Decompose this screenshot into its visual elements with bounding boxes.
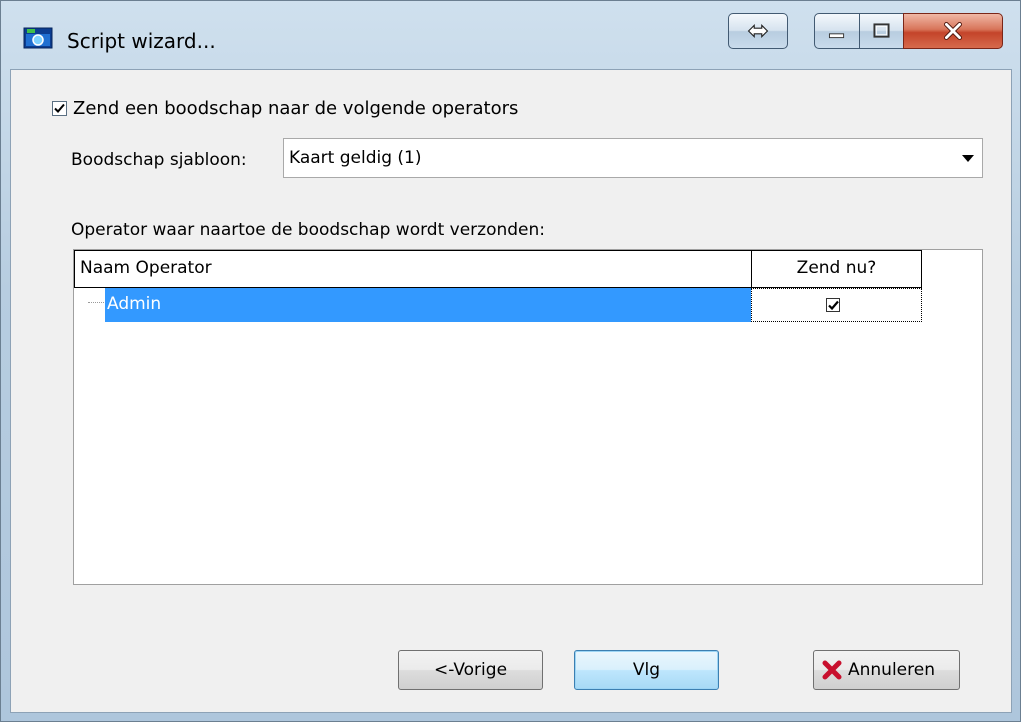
red-x-icon — [822, 660, 842, 680]
previous-button[interactable]: <-Vorige — [398, 650, 543, 690]
send-now-cell[interactable] — [751, 288, 922, 322]
cancel-button[interactable]: Annuleren — [813, 650, 960, 690]
swap-arrows-button[interactable] — [728, 13, 788, 49]
title-bar[interactable]: Script wizard... — [1, 1, 1020, 69]
window-title: Script wizard... — [67, 29, 216, 53]
wizard-body: Zend een boodschap naar de volgende oper… — [10, 69, 1012, 713]
minimize-button[interactable] — [814, 13, 860, 49]
cancel-label: Annuleren — [848, 660, 935, 680]
operator-name-cell[interactable]: Admin — [105, 288, 751, 322]
close-icon — [944, 22, 962, 40]
template-dropdown[interactable]: Kaart geldig (1) — [283, 138, 983, 178]
table-row[interactable]: Admin — [74, 288, 922, 322]
send-now-checkbox[interactable] — [826, 298, 840, 312]
column-header-operator-name[interactable]: Naam Operator — [74, 250, 752, 288]
swap-arrows-icon — [747, 23, 769, 39]
send-message-checkbox[interactable] — [52, 101, 67, 116]
checkmark-icon — [828, 300, 839, 311]
chevron-down-icon[interactable] — [962, 155, 974, 162]
minimize-icon — [828, 33, 845, 39]
wizard-app-icon — [23, 25, 53, 49]
next-button[interactable]: Vlg — [574, 650, 719, 690]
script-wizard-window: Script wizard... Zend een boodschap naar… — [0, 0, 1021, 722]
column-header-send-now[interactable]: Zend nu? — [751, 250, 922, 288]
maximize-button[interactable] — [859, 13, 904, 49]
operators-label: Operator waar naartoe de boodschap wordt… — [71, 220, 545, 240]
maximize-icon — [873, 23, 890, 38]
template-value: Kaart geldig (1) — [289, 148, 422, 168]
close-button[interactable] — [903, 13, 1003, 49]
tree-connector — [88, 302, 106, 303]
send-message-label[interactable]: Zend een boodschap naar de volgende oper… — [73, 98, 518, 119]
template-label: Boodschap sjabloon: — [71, 150, 247, 170]
operators-grid[interactable]: Naam Operator Zend nu? Admin — [73, 249, 983, 585]
checkmark-icon — [54, 103, 65, 113]
